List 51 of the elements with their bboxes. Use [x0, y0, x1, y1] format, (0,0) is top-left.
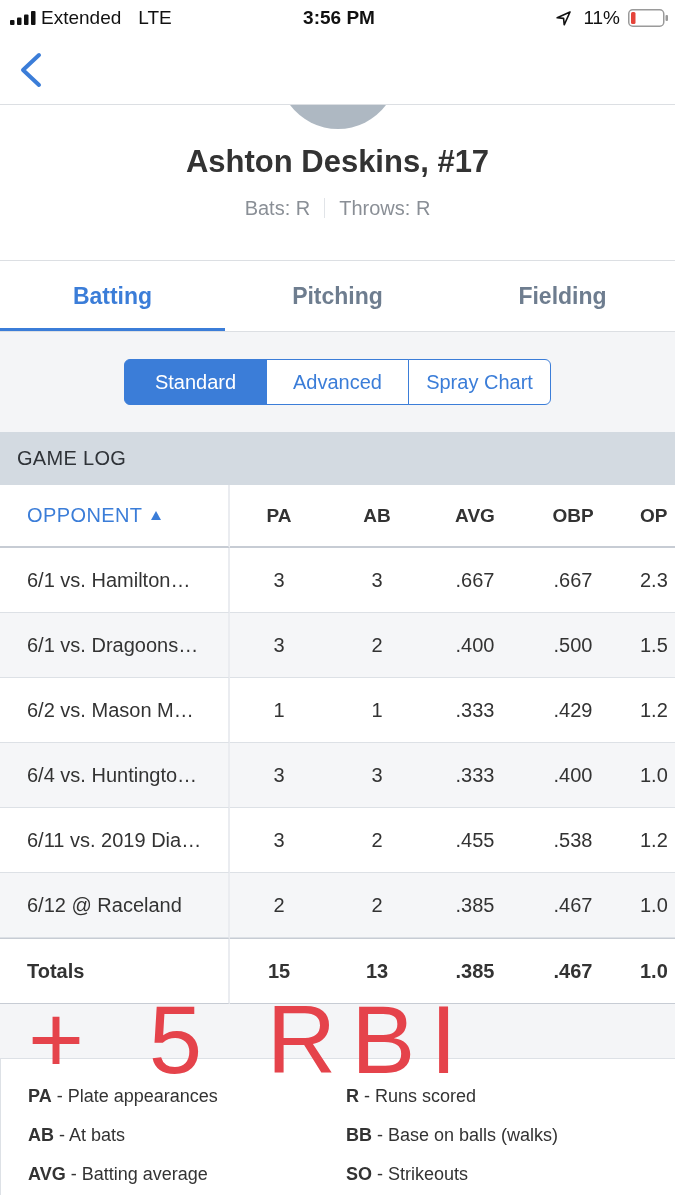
table-cell: .467: [524, 873, 622, 938]
back-button[interactable]: [18, 52, 44, 88]
totals-label: Totals: [0, 938, 230, 1004]
clock-time: 3:56 PM: [303, 7, 375, 29]
table-cell: .400: [524, 743, 622, 808]
carrier-name: Extended: [41, 7, 122, 29]
battery-icon: [628, 9, 668, 27]
legend-item: BB - Base on balls (walks): [346, 1124, 560, 1146]
legend-item: PA - Plate appearances: [28, 1085, 219, 1107]
opponent-cell[interactable]: 6/2 vs. Mason M…: [0, 678, 230, 743]
table-cell: 1.0: [622, 743, 675, 808]
table-cell: .400: [426, 613, 524, 678]
totals-cell: 13: [328, 938, 426, 1004]
segment-button[interactable]: Spray Chart: [408, 359, 551, 405]
opponent-cell[interactable]: 6/4 vs. Huntingto…: [0, 743, 230, 808]
location-arrow-icon: [556, 10, 572, 26]
table-cell: .333: [426, 743, 524, 808]
legend-item: SO - Strikeouts: [346, 1163, 470, 1185]
network-type: LTE: [138, 7, 172, 29]
sort-ascending-icon: [151, 511, 162, 520]
opponent-cell[interactable]: 6/1 vs. Hamilton…: [0, 548, 230, 613]
table-cell: 2: [328, 873, 426, 938]
table-cell: 2: [230, 873, 328, 938]
opponent-cell[interactable]: 6/11 vs. 2019 Dia…: [0, 808, 230, 873]
segment-button[interactable]: Standard: [124, 359, 267, 405]
table-cell: 3: [230, 613, 328, 678]
bats-label: Bats: R: [244, 196, 311, 220]
table-cell: 2: [328, 613, 426, 678]
legend-item: R - Runs scored: [346, 1085, 478, 1107]
throws-label: Throws: R: [339, 196, 431, 220]
table-cell: 3: [230, 743, 328, 808]
opponent-cell[interactable]: 6/1 vs. Dragoons…: [0, 613, 230, 678]
totals-cell: .467: [524, 938, 622, 1004]
chevron-left-icon: [18, 52, 44, 88]
signal-strength-icon: [10, 11, 36, 25]
opponent-cell[interactable]: 6/12 @ Raceland: [0, 873, 230, 938]
table-cell: 1.0: [622, 873, 675, 938]
totals-cell: 15: [230, 938, 328, 1004]
table-cell: 3: [328, 743, 426, 808]
totals-cell: 1.0: [622, 938, 675, 1004]
legend-item: AB - At bats: [28, 1124, 127, 1146]
segment-button[interactable]: Advanced: [266, 359, 409, 405]
player-name: Ashton Deskins, #17: [185, 144, 490, 180]
legend-item: AVG - Batting average: [28, 1163, 209, 1185]
column-header[interactable]: OPPONENT: [0, 485, 230, 548]
table-cell: .500: [524, 613, 622, 678]
table-cell: .385: [426, 873, 524, 938]
section-title: GAME LOG: [17, 447, 127, 470]
totals-cell: .385: [426, 938, 524, 1004]
table-cell: 1.5: [622, 613, 675, 678]
battery-percent: 11%: [583, 7, 620, 29]
